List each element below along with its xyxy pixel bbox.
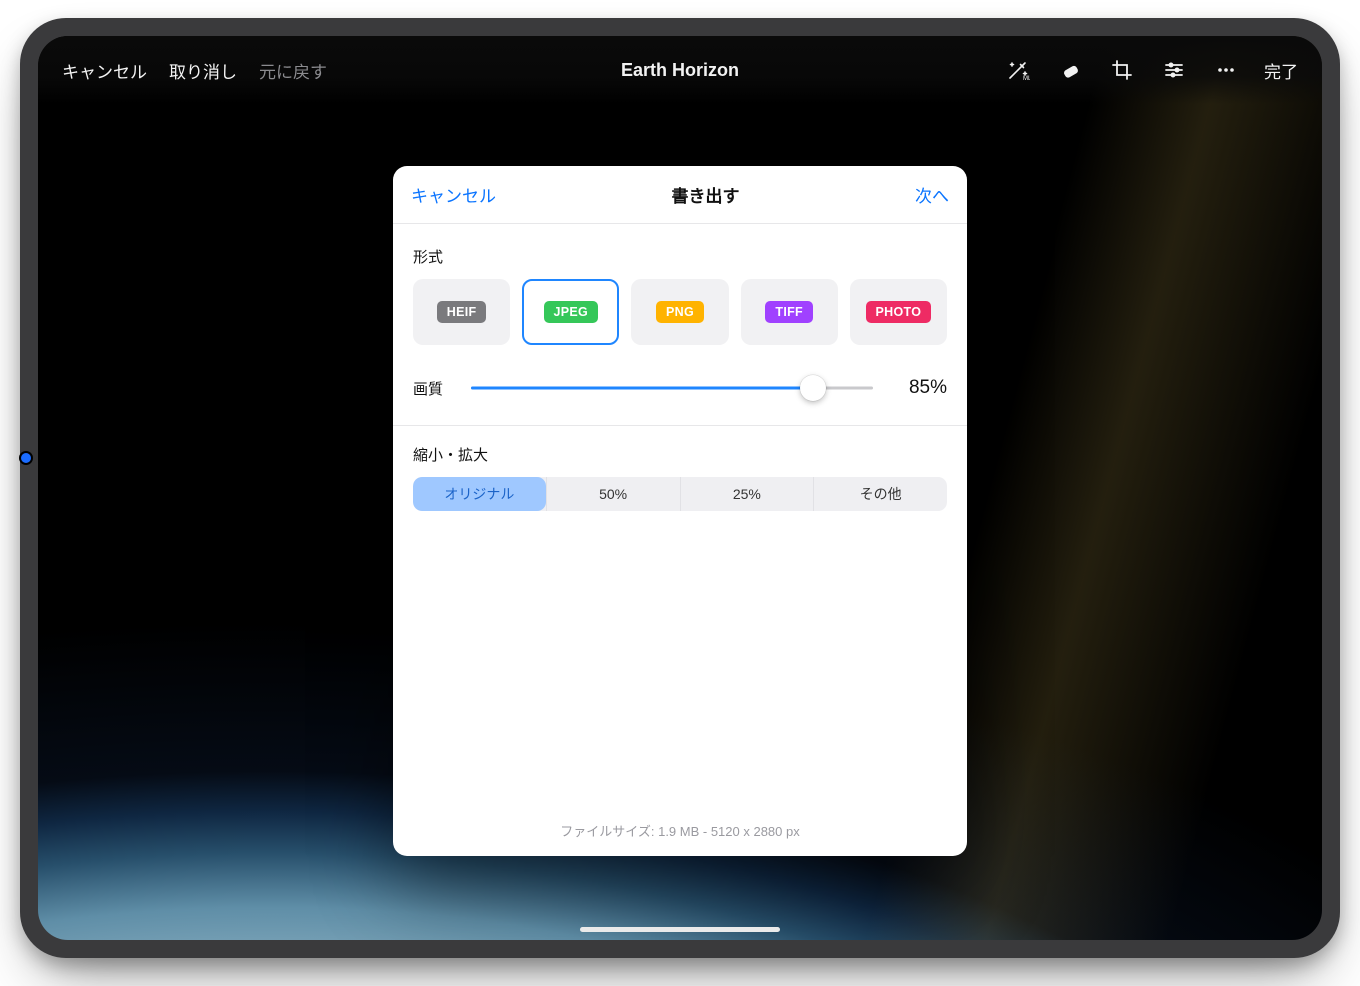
- eraser-icon[interactable]: [1056, 56, 1084, 84]
- ipad-device-frame: キャンセル 取り消し 元に戻す Earth Horizon ML: [20, 18, 1340, 958]
- section-divider: [393, 425, 967, 426]
- scale-label: 縮小・拡大: [413, 444, 947, 465]
- document-title: Earth Horizon: [621, 60, 739, 81]
- format-row: HEIF JPEG PNG TIFF PHOTO: [413, 279, 947, 345]
- quality-label: 画質: [413, 378, 453, 399]
- format-png-chip: PNG: [656, 301, 704, 323]
- format-tiff-chip: TIFF: [765, 301, 813, 323]
- scale-25-button[interactable]: 25%: [680, 477, 814, 511]
- done-button[interactable]: 完了: [1264, 58, 1298, 83]
- format-jpeg-chip: JPEG: [544, 301, 599, 323]
- quality-slider[interactable]: [471, 378, 873, 398]
- quality-value: 85%: [891, 377, 947, 399]
- format-photo-button[interactable]: PHOTO: [850, 279, 947, 345]
- more-icon[interactable]: [1212, 56, 1240, 84]
- home-indicator[interactable]: [580, 927, 780, 932]
- export-cancel-button[interactable]: キャンセル: [411, 182, 496, 207]
- export-next-button[interactable]: 次へ: [915, 182, 949, 207]
- cancel-button[interactable]: キャンセル: [62, 58, 147, 83]
- export-title: 書き出す: [672, 182, 740, 207]
- camera-indicator-icon: [21, 453, 31, 463]
- export-modal-header: キャンセル 書き出す 次へ: [393, 166, 967, 224]
- file-info-text: ファイルサイズ: 1.9 MB - 5120 x 2880 px: [393, 821, 967, 840]
- export-modal: キャンセル 書き出す 次へ 形式 HEIF JPEG PNG TIFF PHOT…: [393, 166, 967, 856]
- scale-segmented-control: オリジナル 50% 25% その他: [413, 477, 947, 511]
- top-toolbar: キャンセル 取り消し 元に戻す Earth Horizon ML: [38, 36, 1322, 104]
- scale-other-button[interactable]: その他: [813, 477, 947, 511]
- screen: キャンセル 取り消し 元に戻す Earth Horizon ML: [38, 36, 1322, 940]
- format-heif-button[interactable]: HEIF: [413, 279, 510, 345]
- scale-50-button[interactable]: 50%: [546, 477, 680, 511]
- adjustments-icon[interactable]: [1160, 56, 1188, 84]
- crop-icon[interactable]: [1108, 56, 1136, 84]
- format-tiff-button[interactable]: TIFF: [741, 279, 838, 345]
- redo-button: 元に戻す: [259, 58, 327, 83]
- format-photo-chip: PHOTO: [866, 301, 932, 323]
- svg-text:ML: ML: [1023, 76, 1030, 82]
- format-heif-chip: HEIF: [437, 301, 487, 323]
- format-jpeg-button[interactable]: JPEG: [522, 279, 619, 345]
- scale-original-button[interactable]: オリジナル: [413, 477, 546, 511]
- magic-wand-icon[interactable]: ML: [1004, 56, 1032, 84]
- format-label: 形式: [413, 246, 947, 267]
- undo-button[interactable]: 取り消し: [169, 58, 237, 83]
- format-png-button[interactable]: PNG: [631, 279, 728, 345]
